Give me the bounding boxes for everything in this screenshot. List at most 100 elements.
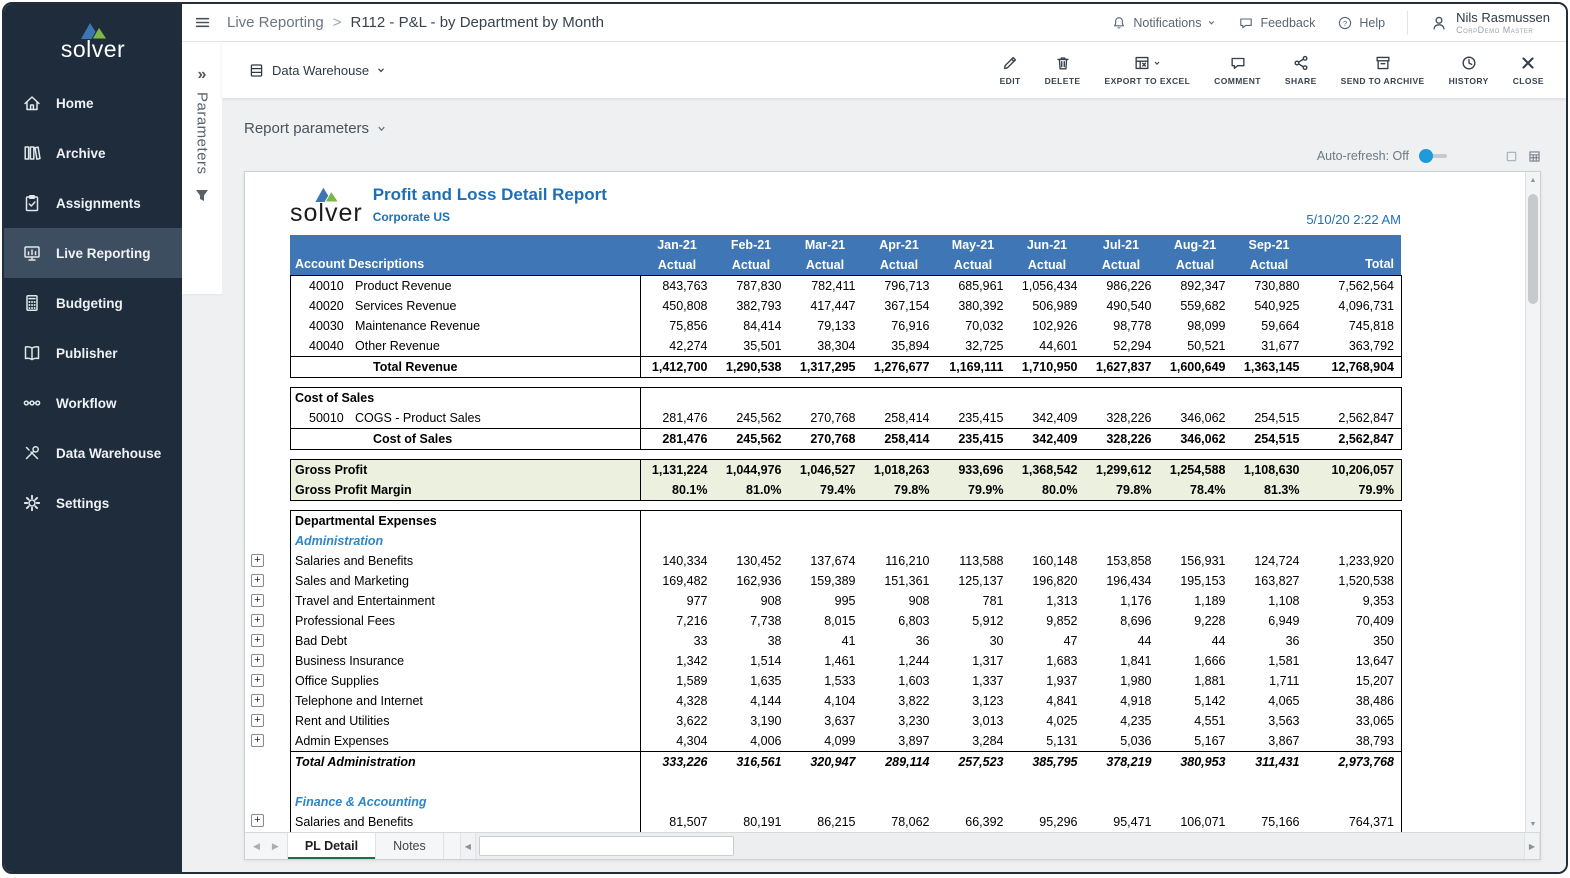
horizontal-scroll-track[interactable]: [476, 833, 1524, 859]
settings-icon: [22, 493, 42, 513]
export-to-excel-button[interactable]: EXPORT TO EXCEL: [1093, 54, 1203, 86]
row-expand-gutter: [245, 459, 290, 501]
feedback-button[interactable]: Feedback: [1238, 15, 1315, 31]
expand-row-button[interactable]: +: [251, 694, 264, 707]
solver-logo: solver: [4, 4, 182, 68]
scroll-down-icon[interactable]: ▼: [1526, 816, 1540, 832]
table-column-headers: Account DescriptionsJan-21Feb-21Mar-21Ap…: [290, 235, 1401, 275]
sidebar-item-budgeting[interactable]: Budgeting: [4, 278, 182, 328]
table-row: Gross Profit Margin80.1%81.0%79.4%79.8%7…: [291, 480, 1402, 501]
maximize-icon[interactable]: [1505, 150, 1518, 163]
sidebar-item-label: Home: [56, 96, 94, 111]
chevron-double-right-icon[interactable]: »: [198, 66, 207, 84]
report-solver-logo: solver: [290, 186, 363, 224]
expand-row-button[interactable]: +: [251, 634, 264, 647]
sidebar-item-label: Assignments: [56, 196, 141, 211]
sidebar-item-label: Workflow: [56, 396, 117, 411]
breadcrumb-root[interactable]: Live Reporting: [227, 14, 324, 31]
report-parameters-toggle[interactable]: Report parameters: [244, 120, 387, 137]
expand-row-button[interactable]: +: [251, 814, 264, 827]
user-org: CorpDemo Master: [1456, 25, 1550, 35]
actual-subheader: Actual: [1158, 255, 1232, 275]
sidebar-item-home[interactable]: Home: [4, 78, 182, 128]
table-row: Rent and Utilities3,6223,1903,6373,2303,…: [291, 711, 1402, 731]
sidebar-item-settings[interactable]: Settings: [4, 478, 182, 528]
grid-view-icon[interactable]: [1528, 150, 1541, 163]
table-row: Professional Fees7,2167,7388,0156,8035,9…: [291, 611, 1402, 631]
table-row: Office Supplies1,5891,6351,5331,6031,337…: [291, 671, 1402, 691]
row-expand-gutter: [245, 387, 290, 450]
export-excel-icon: [1133, 54, 1161, 72]
topbar-divider: [1407, 11, 1408, 35]
expand-row-button[interactable]: +: [251, 654, 264, 667]
live-reporting-icon: [22, 243, 42, 263]
edit-button[interactable]: EDIT: [988, 54, 1033, 86]
sidebar-item-workflow[interactable]: Workflow: [4, 378, 182, 428]
parameters-panel: » Parameters: [182, 42, 222, 294]
budgeting-icon: [22, 293, 42, 313]
share-icon: [1292, 54, 1310, 72]
report-logo-text: solver: [290, 202, 363, 224]
expand-row-button[interactable]: +: [251, 614, 264, 627]
sidebar-item-label: Data Warehouse: [56, 446, 161, 461]
report-toolbar: Data Warehouse EDIT DELETEEXPORT TO EXCEL…: [222, 42, 1566, 98]
expand-row-button[interactable]: +: [251, 674, 264, 687]
table-row: Finance & Accounting: [291, 792, 1402, 812]
sidebar-item-label: Live Reporting: [56, 246, 151, 261]
feedback-label: Feedback: [1260, 16, 1315, 30]
sidebar-item-label: Archive: [56, 146, 106, 161]
comment-button[interactable]: COMMENT: [1202, 54, 1273, 86]
sheet-tab-notes[interactable]: Notes: [376, 833, 444, 859]
sheet-prev-icon[interactable]: ◀: [253, 841, 260, 852]
share-button[interactable]: SHARE: [1273, 54, 1329, 86]
horizontal-scroll-thumb[interactable]: [479, 836, 734, 856]
notifications-button[interactable]: Notifications: [1111, 15, 1216, 31]
user-icon: [1430, 14, 1448, 32]
hamburger-menu-icon[interactable]: [194, 14, 211, 31]
chevron-down-icon: [1207, 18, 1216, 27]
expand-row-button[interactable]: +: [251, 554, 264, 567]
sidebar-item-data-warehouse[interactable]: Data Warehouse: [4, 428, 182, 478]
auto-refresh-toggle[interactable]: [1419, 149, 1447, 163]
table-row: Bad Debt333841363047444436350: [291, 631, 1402, 651]
table-row: 40010Product Revenue843,763787,830782,41…: [291, 276, 1402, 297]
expand-row-button[interactable]: +: [251, 714, 264, 727]
sidebar-item-live-reporting[interactable]: Live Reporting: [4, 228, 182, 278]
vertical-scrollbar[interactable]: ▲ ▼: [1525, 172, 1540, 832]
expand-row-button[interactable]: +: [251, 594, 264, 607]
expand-row-button[interactable]: +: [251, 734, 264, 747]
edit-icon: [1001, 54, 1019, 72]
data-warehouse-source-button[interactable]: Data Warehouse: [248, 62, 386, 79]
help-button[interactable]: ? Help: [1337, 15, 1385, 31]
table-row: Telephone and Internet4,3284,1444,1043,8…: [291, 691, 1402, 711]
toolbar-action-label: CLOSE: [1513, 76, 1544, 86]
scroll-left-icon[interactable]: ◀: [460, 833, 476, 859]
history-icon: [1460, 54, 1478, 72]
close-button[interactable]: CLOSE: [1501, 54, 1556, 86]
sidebar-item-publisher[interactable]: Publisher: [4, 328, 182, 378]
archive-icon: [22, 143, 42, 163]
scroll-up-icon[interactable]: ▲: [1526, 172, 1540, 188]
horizontal-scrollbar[interactable]: ◀ ▶: [460, 833, 1540, 859]
filter-funnel-icon[interactable]: [195, 189, 209, 207]
sidebar-item-assignments[interactable]: Assignments: [4, 178, 182, 228]
actual-subheader: Actual: [1232, 255, 1306, 275]
expand-row-button[interactable]: +: [251, 574, 264, 587]
user-menu[interactable]: Nils Rasmussen CorpDemo Master: [1430, 11, 1550, 35]
sheet-next-icon[interactable]: ▶: [272, 841, 279, 852]
sheet-tab-pl-detail[interactable]: PL Detail: [287, 833, 376, 859]
send-to-archive-button[interactable]: SEND TO ARCHIVE: [1329, 54, 1437, 86]
sheet-tabs: PL DetailNotes: [287, 833, 444, 859]
toolbar-action-label: EDIT: [1000, 76, 1021, 86]
notifications-label: Notifications: [1133, 16, 1201, 30]
scroll-right-icon[interactable]: ▶: [1524, 833, 1540, 859]
vertical-scroll-track[interactable]: [1526, 188, 1540, 816]
vertical-scroll-thumb[interactable]: [1528, 194, 1538, 304]
assignments-icon: [22, 193, 42, 213]
sidebar-item-archive[interactable]: Archive: [4, 128, 182, 178]
history-button[interactable]: HISTORY: [1437, 54, 1501, 86]
publisher-icon: [22, 343, 42, 363]
actual-subheader: Actual: [862, 255, 936, 275]
table-section-departmental-expenses: +++++++++++Departmental ExpensesAdminist…: [245, 510, 1525, 832]
delete-button[interactable]: DELETE: [1033, 54, 1093, 86]
